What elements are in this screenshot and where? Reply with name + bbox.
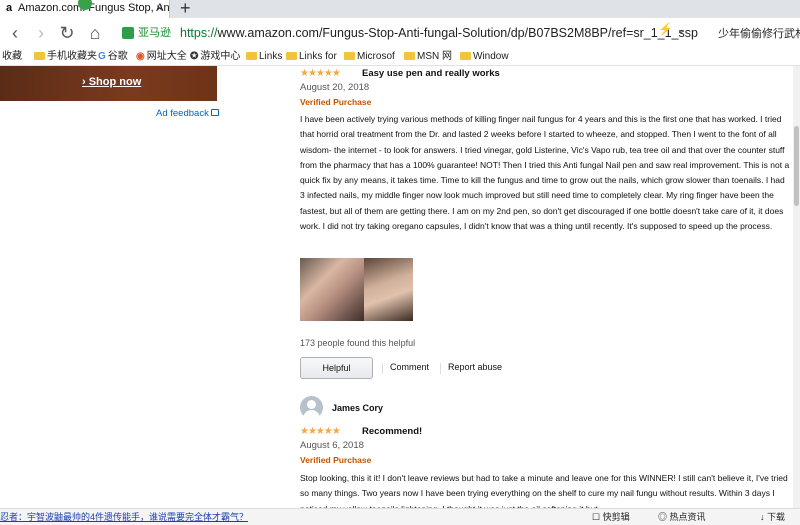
bookmark-favorites[interactable]: 收藏 [2, 48, 22, 65]
bookmark-microsoft[interactable]: Microsof [344, 48, 395, 65]
scrollbar-thumb[interactable] [794, 126, 799, 206]
bookmark-google[interactable]: G 谷歌 [98, 48, 128, 65]
folder-icon [246, 52, 257, 60]
status-item-label: 下载 [767, 512, 786, 522]
new-tab-button[interactable]: + [180, 0, 191, 19]
bookmark-game-center[interactable]: ✪ 游戏中心 [190, 48, 240, 65]
status-item-label: 快剪辑 [602, 512, 630, 522]
back-button[interactable]: ‹ [4, 22, 26, 44]
divider [440, 363, 441, 374]
google-icon: G [98, 51, 106, 62]
review-images [300, 258, 413, 321]
close-tab-icon[interactable]: × [156, 0, 163, 17]
tab-bar: a Amazon.com: Fungus Stop, Anti × + [0, 0, 800, 18]
url-scheme: https:// [180, 26, 218, 40]
shop-now-link[interactable]: › Shop now [82, 76, 141, 88]
page-viewport: › Shop now Ad feedback ★★★★★ Easy use pe… [0, 66, 800, 508]
status-item-label: 热点资讯 [669, 512, 706, 522]
star-rating-icon[interactable]: ★★★★★ [300, 68, 341, 79]
bookmark-label: 谷歌 [107, 51, 128, 62]
reviewer-name[interactable]: James Cory [332, 403, 383, 413]
bookmark-mobile-favorites[interactable]: 手机收藏夹 [34, 48, 97, 65]
hot-search-text[interactable]: 少年偷偷修行武林 [718, 25, 800, 41]
shield-icon [122, 27, 134, 39]
url-text[interactable]: https://www.amazon.com/Fungus-Stop-Anti-… [180, 25, 698, 41]
reload-button[interactable]: ↻ [56, 22, 78, 44]
status-bar: 忍者：宇智波鼬最帅的4件遗传能手，谁说需要完全体才霸气？ ☐ 快剪辑 ◎ 热点资… [0, 508, 800, 525]
download-button[interactable]: ↓ 下载 [760, 509, 785, 525]
amazon-favicon-icon: a [5, 2, 13, 14]
news-icon: ◎ [658, 512, 668, 522]
bookmark-label: 手机收藏夹 [47, 51, 97, 62]
site-name: 亚马逊 [138, 27, 171, 39]
verified-purchase-badge: Verified Purchase [300, 97, 372, 107]
download-icon: ↓ [760, 512, 765, 522]
url-path: www.amazon.com/Fungus-Stop-Anti-fungal-S… [217, 26, 698, 40]
ad-feedback-link[interactable]: Ad feedback [156, 108, 219, 119]
folder-icon [286, 52, 297, 60]
forward-button[interactable]: › [30, 22, 52, 44]
report-abuse-link[interactable]: Report abuse [448, 362, 502, 372]
bookmark-links[interactable]: Links [246, 48, 282, 65]
comment-link[interactable]: Comment [390, 362, 429, 372]
bookmark-windows[interactable]: Window [460, 48, 509, 65]
lightning-icon[interactable]: ⚡ ⌄ [658, 22, 686, 36]
helpful-button[interactable]: Helpful [300, 357, 373, 379]
bookmark-label: 收藏 [2, 51, 22, 62]
avatar-head-icon [307, 400, 316, 409]
review-body: I have been actively trying various meth… [300, 114, 790, 232]
folder-icon [460, 52, 471, 60]
review-image-2[interactable] [364, 258, 413, 321]
news-ticker-link[interactable]: 忍者：宇智波鼬最帅的4件遗传能手，谁说需要完全体才霸气？ [0, 509, 248, 525]
home-button[interactable]: ⌂ [84, 22, 106, 44]
star-rating-icon[interactable]: ★★★★★ [300, 426, 341, 437]
bookmark-url-directory[interactable]: ◉ 网址大全 [136, 48, 187, 65]
hot-news-button[interactable]: ◎ 热点资讯 [658, 509, 706, 525]
verified-purchase-badge: Verified Purchase [300, 455, 372, 465]
review-body: Stop looking, this it it! I don't leave … [300, 473, 788, 508]
quick-clip-button[interactable]: ☐ 快剪辑 [592, 509, 630, 525]
tab-title: Amazon.com: Fungus Stop, Anti [18, 2, 170, 14]
bookmark-label: 网址大全 [146, 51, 187, 62]
bookmarks-bar: 收藏 手机收藏夹 G 谷歌 ◉ 网址大全 ✪ 游戏中心 Links Links for… [0, 48, 800, 66]
bookmark-label: 游戏中心 [200, 51, 241, 62]
avatar-body-icon [303, 410, 320, 419]
ad-feedback-label: Ad feedback [156, 108, 209, 119]
page-scrollbar[interactable] [793, 66, 800, 508]
tab-amazon[interactable]: a Amazon.com: Fungus Stop, Anti × [0, 0, 170, 18]
folder-icon [344, 52, 355, 60]
review-date: August 6, 2018 [300, 440, 364, 451]
review-title[interactable]: Easy use pen and really works [362, 68, 500, 79]
bookmark-links-for[interactable]: Links for [286, 48, 337, 65]
bookmark-label: Microsof [357, 51, 395, 62]
helpful-count: 173 people found this helpful [300, 338, 416, 348]
globe-icon: ◉ [136, 51, 145, 62]
avatar[interactable] [300, 396, 323, 419]
bookmark-msn[interactable]: MSN 网 [404, 48, 452, 65]
bookmark-label: MSN 网 [417, 51, 452, 62]
divider [382, 363, 383, 374]
review-image-1[interactable] [300, 258, 364, 321]
folder-icon [34, 52, 45, 60]
address-bar[interactable]: 亚马逊 https://www.amazon.com/Fungus-Stop-A… [120, 22, 705, 44]
scissors-icon: ☐ [592, 512, 601, 522]
review-date: August 20, 2018 [300, 82, 370, 93]
bookmark-label: Window [473, 51, 509, 62]
feedback-icon [210, 109, 219, 116]
gamepad-icon: ✪ [190, 51, 199, 62]
ad-banner[interactable]: › Shop now [0, 66, 217, 101]
folder-icon [404, 52, 415, 60]
review-title[interactable]: Recommend! [362, 426, 422, 437]
site-verify-badge[interactable]: 亚马逊 [122, 25, 171, 41]
bookmark-label: Links for [299, 51, 337, 62]
bookmark-label: Links [259, 51, 283, 62]
